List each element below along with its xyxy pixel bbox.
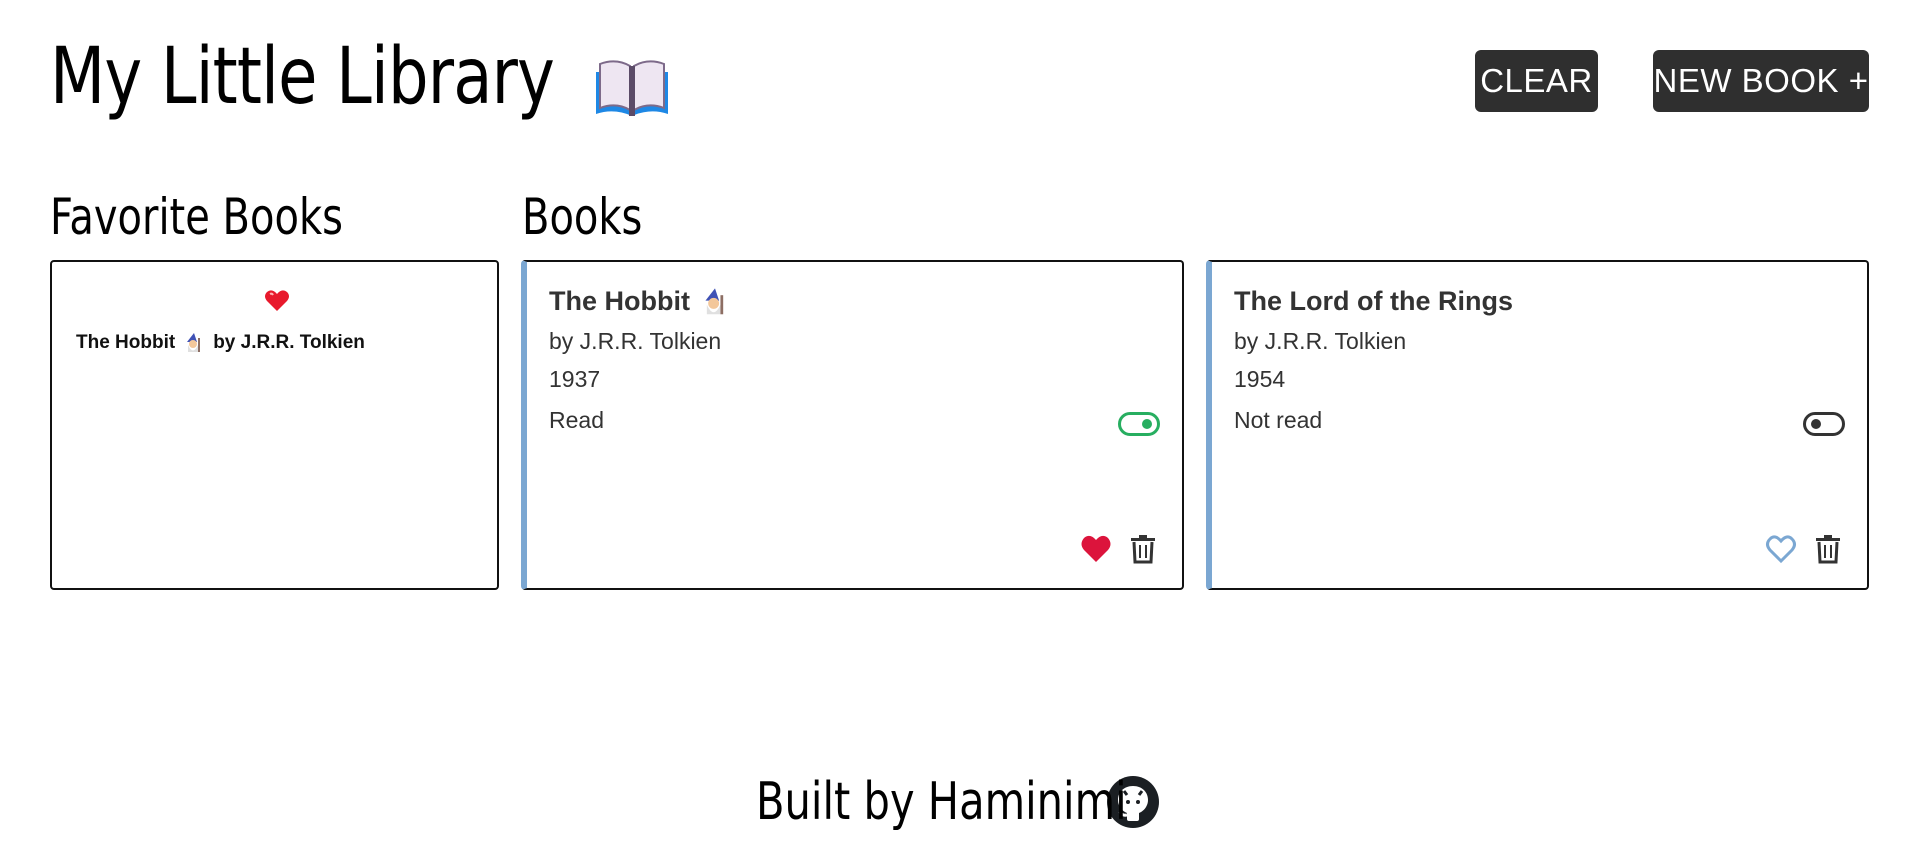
- read-status-label: Read: [549, 407, 604, 433]
- open-book-icon: [596, 60, 668, 116]
- toggle-knob: [1142, 419, 1152, 429]
- read-toggle[interactable]: [1118, 412, 1160, 436]
- favorite-item-author: by J.R.R. Tolkien: [213, 332, 365, 353]
- delete-trash-icon[interactable]: [1815, 534, 1841, 564]
- favorite-item-title: The Hobbit: [76, 332, 176, 353]
- books-heading: Books: [522, 188, 643, 246]
- book-year: 1937: [549, 366, 601, 392]
- app-title: My Little Library: [50, 32, 555, 122]
- new-book-button[interactable]: NEW BOOK +: [1653, 50, 1869, 112]
- book-card: The Hobbit by J.R.R. Tolkien 1937 Read: [521, 260, 1184, 590]
- favorites-heading: Favorite Books: [50, 188, 343, 246]
- favorite-heart-outline-icon[interactable]: [1765, 534, 1797, 564]
- footer-credit: Built by Haminimi: [756, 772, 1127, 832]
- book-title: The Hobbit: [549, 286, 730, 317]
- read-status-label: Not read: [1234, 407, 1323, 433]
- favorites-panel: The Hobbit by J.R.R. Tolkien: [50, 260, 499, 590]
- toggle-knob: [1811, 419, 1821, 429]
- footer: Built by Haminimi: [756, 775, 1160, 829]
- delete-trash-icon[interactable]: [1130, 534, 1156, 564]
- book-author: by J.R.R. Tolkien: [1234, 328, 1407, 354]
- wizard-icon: [187, 333, 201, 352]
- book-title: The Lord of the Rings: [1234, 286, 1513, 317]
- book-card: The Lord of the Rings by J.R.R. Tolkien …: [1206, 260, 1869, 590]
- book-title-text: The Lord of the Rings: [1234, 286, 1513, 316]
- wizard-icon: [705, 287, 724, 314]
- read-toggle[interactable]: [1803, 412, 1845, 436]
- book-author: by J.R.R. Tolkien: [549, 328, 722, 354]
- heart-icon: [265, 290, 289, 311]
- favorite-heart-icon[interactable]: [1080, 534, 1112, 564]
- clear-button[interactable]: CLEAR: [1475, 50, 1598, 112]
- favorite-item: The Hobbit by J.R.R. Tolkien: [76, 332, 365, 354]
- book-title-text: The Hobbit: [549, 286, 690, 316]
- book-year: 1954: [1234, 366, 1286, 392]
